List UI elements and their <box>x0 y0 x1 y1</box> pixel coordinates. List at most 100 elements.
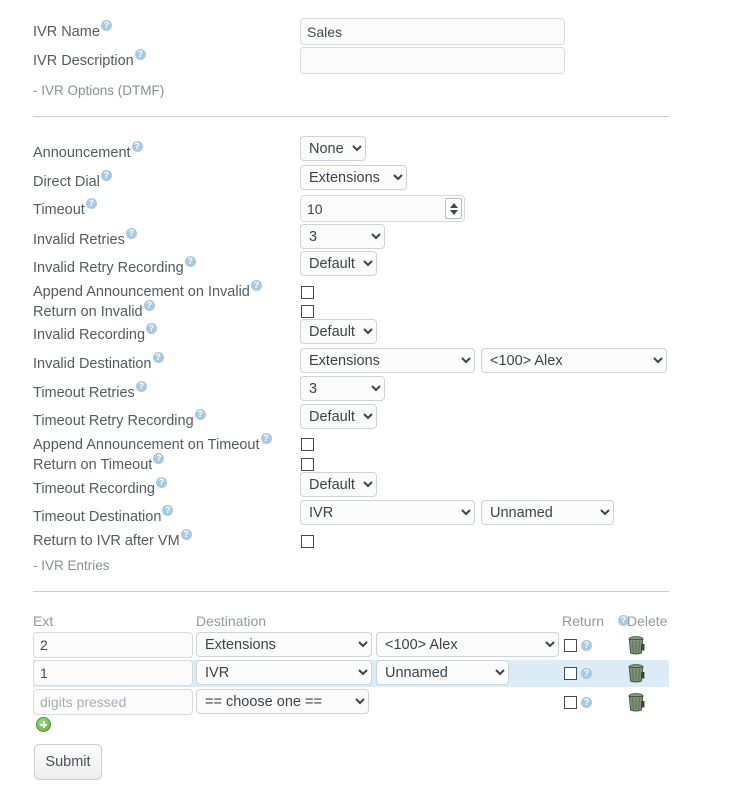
entry-destination-select[interactable]: Extensions <box>196 632 372 657</box>
return-on-invalid-label-text: Return on Invalid <box>33 304 143 320</box>
ivr-description-label: IVR Description <box>33 48 146 70</box>
invalid-retries-label: Invalid Retries <box>33 227 137 249</box>
return-on-timeout-label-text: Return on Timeout <box>33 457 153 473</box>
timeout-retries-select[interactable]: 3 <box>300 376 385 401</box>
divider-entries <box>33 591 669 592</box>
entry-target-select[interactable]: Unnamed <box>376 660 509 685</box>
submit-button[interactable]: Submit <box>34 744 102 780</box>
section-ivr-options-toggle[interactable]: - IVR Options (DTMF) <box>33 83 164 98</box>
help-icon[interactable] <box>581 639 592 651</box>
ivr-description-label-text: IVR Description <box>33 53 134 69</box>
append-announcement-invalid-checkbox[interactable] <box>301 286 314 299</box>
timeout-destination-target-select[interactable]: Unnamed <box>481 500 614 525</box>
help-icon[interactable] <box>184 255 196 267</box>
section-ivr-entries-toggle[interactable]: - IVR Entries <box>33 558 110 573</box>
invalid-retries-select[interactable]: 3 <box>300 224 385 249</box>
invalid-destination-type-select[interactable]: Extensions <box>300 348 475 373</box>
invalid-recording-label-text: Invalid Recording <box>33 327 146 343</box>
help-icon[interactable] <box>581 696 592 708</box>
help-icon[interactable] <box>153 452 165 464</box>
invalid-retry-recording-label: Invalid Retry Recording <box>33 255 196 277</box>
timeout-retry-recording-label-text: Timeout Retry Recording <box>33 413 194 429</box>
timeout-label-text: Timeout <box>33 202 85 218</box>
timeout-destination-type-select[interactable]: IVR <box>300 500 475 525</box>
return-on-invalid-checkbox[interactable] <box>301 305 314 318</box>
return-on-timeout-checkbox[interactable] <box>301 458 314 471</box>
stepper-up-icon[interactable] <box>449 202 458 208</box>
timeout-recording-select[interactable]: Default <box>300 472 377 497</box>
timeout-destination-label-text: Timeout Destination <box>33 509 162 525</box>
entry-return-checkbox[interactable] <box>564 639 577 652</box>
append-announcement-timeout-label-text: Append Announcement on Timeout <box>33 437 260 453</box>
invalid-destination-label: Invalid Destination <box>33 351 164 373</box>
ivr-configuration-page: IVR Name IVR Description - IVR Options (… <box>0 0 733 800</box>
help-icon[interactable] <box>180 528 192 540</box>
ivr-description-input[interactable] <box>300 47 565 74</box>
help-icon[interactable] <box>194 408 206 420</box>
invalid-destination-target-select[interactable]: <100> Alex <box>481 348 667 373</box>
help-icon[interactable] <box>100 19 112 31</box>
timeout-recording-label: Timeout Recording <box>33 476 167 498</box>
entry-target-select[interactable]: <100> Alex <box>376 632 559 657</box>
column-header-destination: Destination <box>196 613 267 629</box>
help-icon[interactable] <box>162 504 174 516</box>
help-icon[interactable] <box>581 667 592 679</box>
column-header-ext: Ext <box>33 613 54 629</box>
return-on-invalid-label: Return on Invalid <box>33 299 155 321</box>
help-icon[interactable] <box>260 432 272 444</box>
help-icon[interactable] <box>134 48 146 60</box>
invalid-retry-recording-select[interactable]: Default <box>300 251 377 276</box>
help-icon[interactable] <box>125 227 137 239</box>
timeout-retry-recording-label: Timeout Retry Recording <box>33 408 206 430</box>
timeout-stepper-buttons[interactable] <box>445 198 462 219</box>
return-to-ivr-after-vm-label: Return to IVR after VM <box>33 528 192 550</box>
help-icon[interactable] <box>146 322 158 334</box>
return-to-ivr-after-vm-checkbox[interactable] <box>301 535 314 548</box>
entry-destination-select[interactable]: == choose one == <box>196 689 369 714</box>
entry-return-checkbox[interactable] <box>564 696 577 709</box>
direct-dial-select[interactable]: Extensions <box>300 165 407 190</box>
trash-icon[interactable] <box>627 635 645 655</box>
timeout-retries-label: Timeout Retries <box>33 380 147 402</box>
timeout-stepper[interactable] <box>300 195 465 222</box>
stepper-down-icon[interactable] <box>449 209 458 215</box>
entry-return-checkbox[interactable] <box>564 667 577 680</box>
help-icon[interactable] <box>155 476 167 488</box>
entry-ext-input[interactable] <box>33 689 193 715</box>
entry-ext-input[interactable] <box>33 660 193 686</box>
help-icon[interactable] <box>85 197 97 209</box>
help-icon[interactable] <box>152 351 164 363</box>
announcement-select[interactable]: None <box>300 136 366 161</box>
invalid-recording-select[interactable]: Default <box>300 319 377 344</box>
timeout-label: Timeout <box>33 197 97 219</box>
trash-icon[interactable] <box>627 663 645 683</box>
append-announcement-timeout-label: Append Announcement on Timeout <box>33 432 272 454</box>
invalid-retries-label-text: Invalid Retries <box>33 232 125 248</box>
entry-ext-input[interactable] <box>33 632 193 658</box>
divider-options <box>33 116 669 117</box>
help-icon[interactable] <box>135 380 147 392</box>
invalid-recording-label: Invalid Recording <box>33 322 158 344</box>
append-announcement-timeout-checkbox[interactable] <box>301 438 314 451</box>
ivr-name-label: IVR Name <box>33 19 112 41</box>
add-row-icon[interactable] <box>36 717 51 732</box>
direct-dial-label: Direct Dial <box>33 169 112 191</box>
timeout-input[interactable] <box>301 200 445 217</box>
announcement-label-text: Announcement <box>33 145 131 161</box>
timeout-destination-label: Timeout Destination <box>33 504 174 526</box>
return-on-timeout-label: Return on Timeout <box>33 452 165 474</box>
help-icon[interactable] <box>100 169 112 181</box>
help-icon[interactable] <box>143 299 155 311</box>
direct-dial-label-text: Direct Dial <box>33 174 100 190</box>
return-to-ivr-after-vm-label-text: Return to IVR after VM <box>33 533 180 549</box>
timeout-recording-label-text: Timeout Recording <box>33 481 155 497</box>
trash-icon[interactable] <box>627 692 645 712</box>
timeout-retry-recording-select[interactable]: Default <box>300 404 377 429</box>
column-header-delete: Delete <box>627 613 668 629</box>
ivr-name-label-text: IVR Name <box>33 24 100 40</box>
help-icon[interactable] <box>250 279 262 291</box>
invalid-destination-label-text: Invalid Destination <box>33 356 152 372</box>
entry-destination-select[interactable]: IVR <box>196 660 372 685</box>
ivr-name-input[interactable] <box>300 18 565 45</box>
help-icon[interactable] <box>131 140 143 152</box>
